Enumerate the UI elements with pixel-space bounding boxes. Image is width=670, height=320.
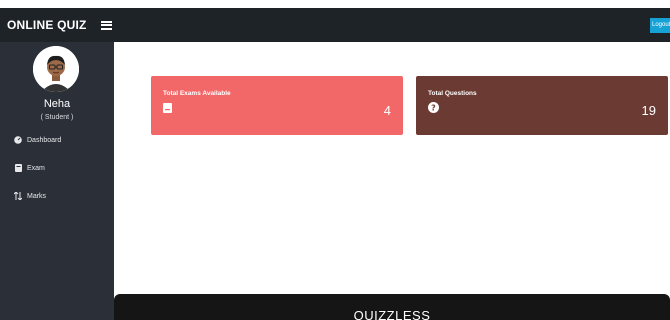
card-value: 4: [383, 103, 391, 118]
exam-icon: [163, 100, 172, 118]
footer-brand: QUIZZLESS: [353, 308, 431, 320]
main-content: Total Exams Available 4 Total Questions …: [114, 42, 670, 320]
sidebar-item-exam[interactable]: Exam: [14, 164, 45, 172]
exams-available-card[interactable]: Total Exams Available 4: [151, 76, 403, 135]
top-navbar: ONLINE QUIZ Logout: [0, 8, 670, 42]
sidebar: Neha ( Student ) Dashboard Exam Marks: [0, 42, 114, 320]
dashboard-icon: [14, 136, 22, 144]
logout-button[interactable]: Logout: [650, 18, 670, 33]
card-value: 19: [641, 103, 656, 118]
footer: QUIZZLESS: [114, 294, 670, 320]
card-title: Total Exams Available: [163, 90, 231, 97]
sidebar-item-dashboard[interactable]: Dashboard: [14, 136, 61, 144]
app-title: ONLINE QUIZ: [7, 18, 87, 32]
sidebar-item-label: Dashboard: [27, 136, 62, 144]
question-circle-icon: ?: [428, 100, 439, 118]
sidebar-item-label: Marks: [27, 192, 47, 200]
menu-toggle-icon[interactable]: [100, 20, 112, 30]
user-avatar-icon: [33, 46, 79, 92]
svg-text:?: ?: [431, 104, 436, 113]
book-icon: [14, 164, 22, 172]
avatar: [33, 46, 79, 92]
sidebar-item-label: Exam: [27, 164, 45, 172]
user-name: Neha: [43, 98, 71, 110]
sort-icon: [14, 192, 22, 200]
card-title: Total Questions: [428, 90, 477, 97]
user-role: ( Student ): [40, 114, 74, 121]
total-questions-card[interactable]: Total Questions ? 19: [416, 76, 668, 135]
sidebar-item-marks[interactable]: Marks: [14, 192, 46, 200]
app-window: ONLINE QUIZ Logout Neha ( Student ) Dash…: [0, 0, 670, 320]
